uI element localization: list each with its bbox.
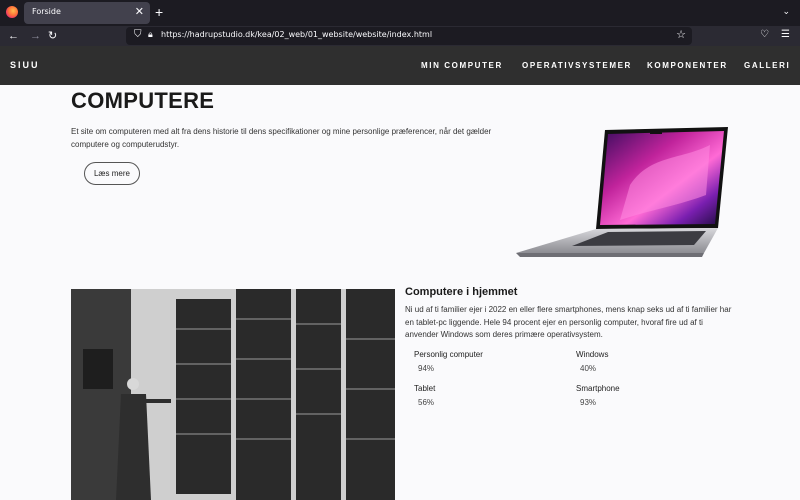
- stat-label-smartphone: Smartphone: [576, 384, 620, 393]
- nav-komponenter[interactable]: KOMPONENTER: [647, 61, 728, 70]
- hero-title: COMPUTERE: [71, 88, 215, 113]
- firefox-logo-icon: [6, 6, 18, 18]
- stat-label-windows: Windows: [576, 350, 609, 359]
- list-all-tabs-icon[interactable]: ⌄: [782, 6, 790, 17]
- nav-operativsystemer[interactable]: OPERATIVSYSTEMER: [522, 61, 632, 70]
- tab-forside[interactable]: Forside ✕: [24, 2, 150, 24]
- historic-computer-photo: [71, 289, 395, 500]
- nav-galleri[interactable]: GALLERI: [744, 61, 790, 70]
- page-content: COMPUTERE Et site om computeren med alt …: [0, 85, 800, 500]
- browser-tabbar: Forside ✕ + ⌄: [0, 0, 800, 26]
- tab-title: Forside: [32, 7, 61, 16]
- stat-label-tablet: Tablet: [414, 384, 436, 393]
- stat-value-smartphone: 93%: [580, 398, 597, 407]
- hamburger-menu-icon[interactable]: ☰: [781, 29, 790, 40]
- address-bar[interactable]: ⛉ 🔒︎ https://hadrupstudio.dk/kea/02_web/…: [126, 27, 692, 45]
- read-more-button[interactable]: Læs mere: [84, 162, 140, 185]
- shield-icon[interactable]: ⛉: [134, 29, 142, 40]
- site-header: SIUU MIN COMPUTER OPERATIVSYSTEMER KOMPO…: [0, 46, 800, 85]
- stat-value-tablet: 56%: [418, 398, 435, 407]
- info-title: Computere i hjemmet: [405, 286, 518, 298]
- pocket-icon[interactable]: ♡: [760, 29, 769, 40]
- bookmark-star-icon[interactable]: ☆: [676, 28, 686, 41]
- nav-min-computer[interactable]: MIN COMPUTER: [421, 61, 503, 70]
- stat-value-personlig-computer: 94%: [418, 364, 435, 373]
- lock-icon[interactable]: 🔒︎: [148, 29, 153, 40]
- laptop-image: [516, 127, 728, 257]
- site-logo[interactable]: SIUU: [10, 60, 40, 70]
- tab-close-icon[interactable]: ✕: [135, 5, 144, 18]
- stat-value-windows: 40%: [580, 364, 597, 373]
- hero-text: Et site om computeren med alt fra dens h…: [71, 127, 492, 149]
- browser-navbar: ← → ↻ ⛉ 🔒︎ https://hadrupstudio.dk/kea/0…: [0, 26, 800, 46]
- new-tab-button[interactable]: +: [155, 4, 163, 20]
- back-arrow-icon[interactable]: ←: [8, 28, 19, 44]
- stat-label-personlig-computer: Personlig computer: [414, 350, 483, 359]
- forward-arrow-icon[interactable]: →: [30, 28, 41, 44]
- info-text: Ni ud af ti familier ejer i 2022 en elle…: [405, 305, 732, 339]
- reload-icon[interactable]: ↻: [48, 28, 57, 44]
- url-text[interactable]: https://hadrupstudio.dk/kea/02_web/01_we…: [161, 30, 432, 39]
